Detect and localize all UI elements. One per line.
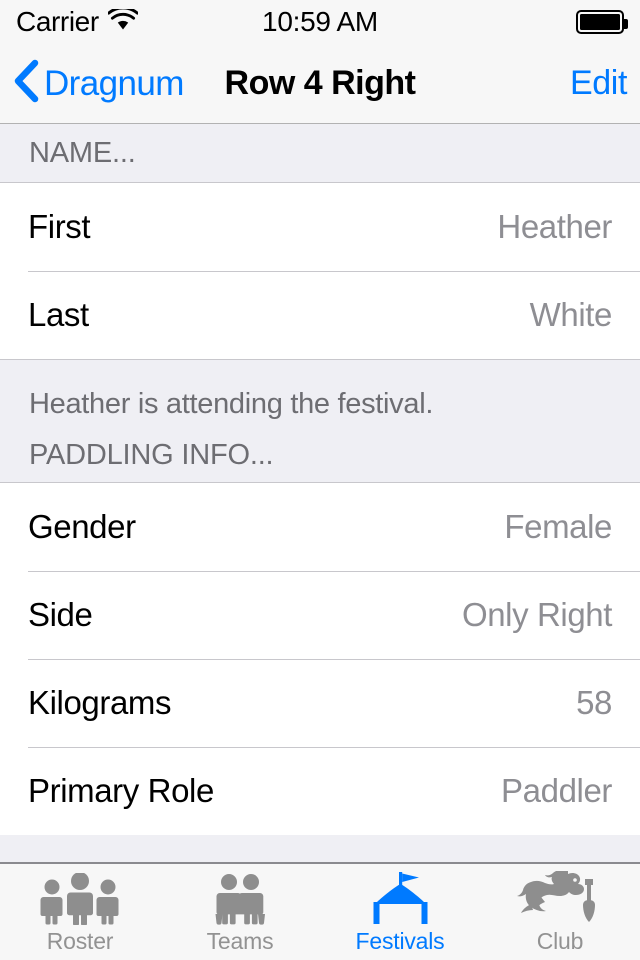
back-button[interactable]: Dragnum [13, 59, 184, 108]
section-footer-name: Heather is attending the festival. [0, 360, 640, 421]
dragon-paddle-icon [513, 871, 607, 925]
cell-label: Last [28, 296, 89, 333]
section-header-name: NAME... [0, 124, 640, 183]
tab-roster[interactable]: Roster [0, 864, 160, 960]
edit-button[interactable]: Edit [570, 64, 627, 103]
two-paddlers-icon [195, 873, 285, 925]
table-row[interactable]: Primary Role Paddler [0, 747, 640, 835]
tab-label-teams: Teams [206, 928, 274, 954]
status-bar-right [576, 10, 628, 34]
cell-label: Gender [28, 508, 136, 545]
cell-value: White [529, 296, 613, 333]
status-bar: Carrier 10:59 AM [0, 0, 640, 44]
section-cells-paddling-info: Gender Female Side Only Right Kilograms … [0, 483, 640, 835]
cell-value: Only Right [461, 596, 612, 633]
table-row[interactable]: First Heather [0, 183, 640, 271]
carrier-label: Carrier [16, 6, 99, 37]
battery-full-icon [576, 10, 628, 34]
cell-label: First [28, 208, 91, 245]
cell-value: 58 [576, 684, 612, 721]
chevron-left-icon [13, 59, 39, 108]
cell-value: Heather [497, 208, 612, 245]
back-button-label: Dragnum [44, 63, 184, 103]
table-row[interactable]: Last White [0, 271, 640, 359]
table-row[interactable]: Kilograms 58 [0, 659, 640, 747]
tab-bar: Roster Teams Festivals Club [0, 862, 640, 960]
table-view[interactable]: NAME... First Heather Last White Heather… [0, 124, 640, 862]
navigation-bar: Dragnum Row 4 Right Edit [0, 44, 640, 124]
cell-label: Primary Role [28, 772, 214, 809]
tab-club[interactable]: Club [480, 864, 640, 960]
table-row[interactable]: Gender Female [0, 483, 640, 571]
cell-value: Paddler [501, 772, 612, 809]
tab-label-club: Club [536, 928, 584, 954]
tab-festivals[interactable]: Festivals [320, 864, 480, 960]
three-people-icon [32, 873, 128, 925]
tab-label-festivals: Festivals [355, 928, 445, 954]
tab-teams[interactable]: Teams [160, 864, 320, 960]
section-cells-name: First Heather Last White [0, 183, 640, 360]
cell-label: Kilograms [28, 684, 172, 721]
section-header-paddling-info: PADDLING INFO... [0, 421, 640, 483]
status-bar-left: Carrier [16, 5, 139, 38]
tab-label-roster: Roster [46, 928, 114, 954]
festival-tent-icon [358, 872, 442, 925]
cell-value: Female [504, 508, 612, 545]
cell-label: Side [28, 596, 93, 633]
wifi-icon [106, 5, 139, 36]
table-row[interactable]: Side Only Right [0, 571, 640, 659]
app-screen: Carrier 10:59 AM Dragnum Row 4 Right Edi… [0, 0, 640, 960]
